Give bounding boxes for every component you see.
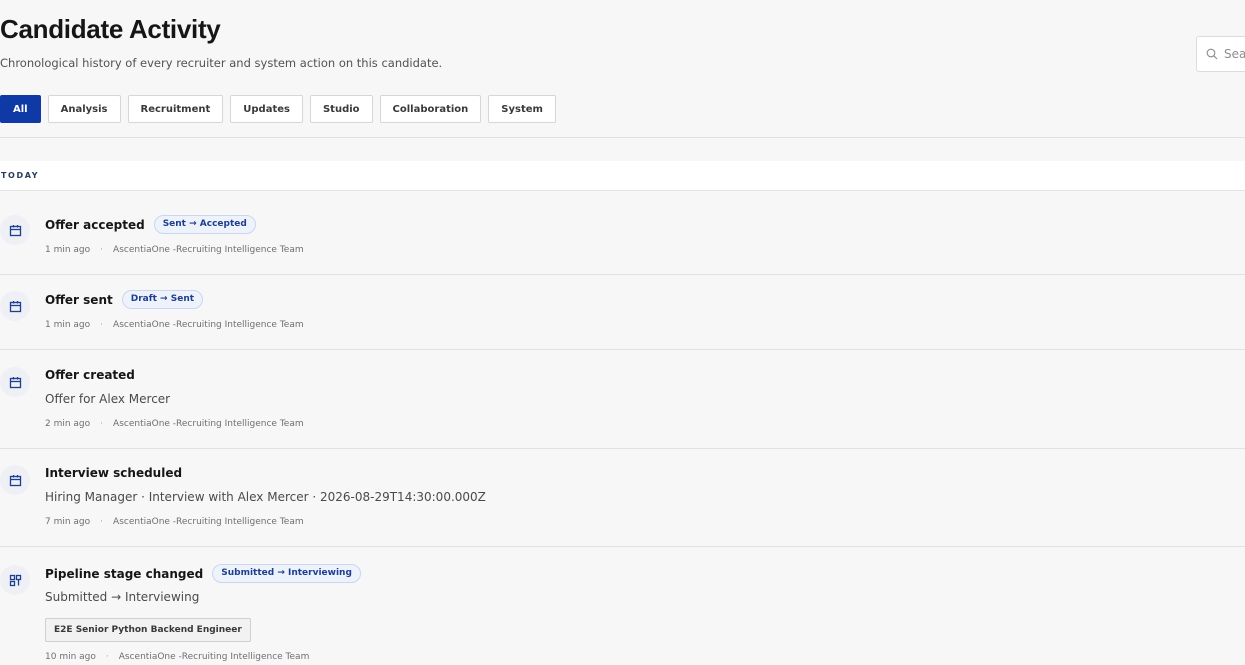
meta-separator: · xyxy=(100,419,104,429)
meta-separator: · xyxy=(105,652,109,662)
activity-time: 7 min ago xyxy=(45,517,91,527)
tab-recruitment[interactable]: Recruitment xyxy=(127,95,224,123)
activity-item: Pipeline stage changed Submitted → Inter… xyxy=(0,547,1245,665)
tab-analysis[interactable]: Analysis xyxy=(47,95,121,123)
activity-detail: Submitted → Interviewing xyxy=(45,590,200,604)
page-subtitle: Chronological history of every recruiter… xyxy=(0,56,443,70)
activity-item: Offer sent Draft → Sent 1 min ago · Asce… xyxy=(0,275,1245,350)
activity-title: Interview scheduled xyxy=(45,466,183,480)
activity-actor: AscentiaOne -Recruiting Intelligence Tea… xyxy=(113,517,304,527)
meta-separator: · xyxy=(100,320,104,330)
header-divider xyxy=(0,137,1245,138)
activity-detail: Offer for Alex Mercer xyxy=(45,392,171,406)
activity-actor: AscentiaOne -Recruiting Intelligence Tea… xyxy=(118,652,310,662)
tab-studio[interactable]: Studio xyxy=(309,95,373,123)
tab-updates[interactable]: Updates xyxy=(230,95,303,123)
search-input[interactable]: Search xyxy=(1196,36,1245,72)
tab-collaboration[interactable]: Collaboration xyxy=(379,95,482,123)
filter-tabs: All Analysis Recruitment Updates Studio … xyxy=(0,95,556,123)
job-tag[interactable]: E2E Senior Python Backend Engineer xyxy=(45,618,251,642)
meta-separator: · xyxy=(100,517,104,527)
activity-time: 1 min ago xyxy=(45,245,91,255)
status-badge: Draft → Sent xyxy=(121,290,204,309)
activity-time: 1 min ago xyxy=(45,320,91,330)
calendar-icon xyxy=(0,465,30,495)
meta-separator: · xyxy=(100,245,104,255)
activity-actor: AscentiaOne -Recruiting Intelligence Tea… xyxy=(113,419,304,429)
activity-time: 2 min ago xyxy=(45,419,91,429)
pipeline-icon xyxy=(0,565,30,595)
calendar-icon xyxy=(0,215,30,245)
search-placeholder: Search xyxy=(1224,47,1245,61)
status-badge: Sent → Accepted xyxy=(153,215,256,234)
calendar-icon xyxy=(0,291,30,321)
activity-title: Pipeline stage changed xyxy=(45,566,204,581)
activity-time: 10 min ago xyxy=(45,652,96,662)
activity-detail: Hiring Manager · Interview with Alex Mer… xyxy=(45,490,486,504)
activity-item: Offer created Offer for Alex Mercer 2 mi… xyxy=(0,350,1245,449)
page-title: Candidate Activity xyxy=(0,14,221,44)
calendar-icon xyxy=(0,367,30,397)
activity-title: Offer sent xyxy=(45,292,113,307)
section-heading-today: TODAY xyxy=(0,161,1245,191)
status-badge: Submitted → Interviewing xyxy=(212,564,361,583)
activity-actor: AscentiaOne -Recruiting Intelligence Tea… xyxy=(113,245,304,255)
activity-item: Interview scheduled Hiring Manager · Int… xyxy=(0,449,1245,547)
activity-actor: AscentiaOne -Recruiting Intelligence Tea… xyxy=(113,320,304,330)
search-icon xyxy=(1206,48,1218,60)
tab-system[interactable]: System xyxy=(488,95,556,123)
activity-title: Offer accepted xyxy=(45,217,145,232)
tab-all[interactable]: All xyxy=(0,95,41,123)
activity-title: Offer created xyxy=(45,368,135,382)
activity-item: Offer accepted Sent → Accepted 1 min ago… xyxy=(0,192,1245,275)
